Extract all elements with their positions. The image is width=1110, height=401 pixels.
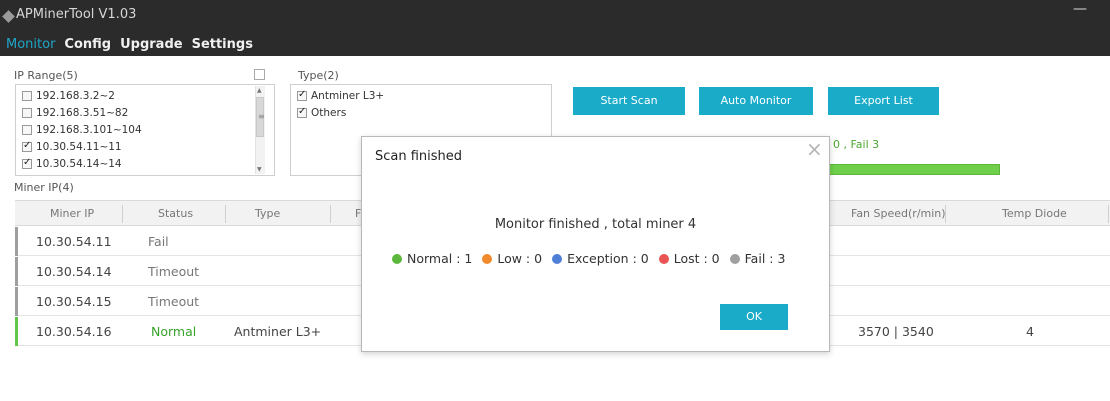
checkbox-icon[interactable] (22, 157, 32, 169)
checkbox-icon[interactable] (297, 89, 307, 101)
checkbox-icon[interactable] (22, 108, 32, 118)
ip-range-text: 192.168.3.101~104 (36, 124, 142, 136)
column-divider (945, 205, 946, 223)
ip-range-text: 192.168.3.2~2 (36, 90, 115, 102)
type-item[interactable]: Antminer L3+ (297, 88, 384, 104)
checkbox-icon[interactable] (22, 91, 32, 101)
ip-range-text: 10.30.54.11~11 (36, 141, 122, 153)
miner-ip-cell: 10.30.54.11 (36, 234, 112, 249)
scan-finished-dialog: Scan finished × Monitor finished , total… (361, 136, 830, 352)
grip-icon: ≡ (258, 112, 265, 121)
column-header[interactable]: Status (158, 207, 193, 220)
type-text: Others (311, 107, 347, 119)
ip-range-text: 10.30.54.14~14 (36, 158, 122, 170)
ip-range-item[interactable]: 192.168.3.51~82 (22, 105, 128, 121)
ip-range-item[interactable]: 192.168.3.101~104 (22, 122, 142, 138)
status-indicator (15, 287, 18, 316)
menu-settings[interactable]: Settings (192, 37, 253, 55)
ip-range-label: IP Range(5) (14, 69, 78, 82)
status-legend: Normal : 1 Low : 0 Exception : 0 Lost : … (392, 251, 795, 266)
auto-monitor-button[interactable]: Auto Monitor (699, 87, 813, 115)
close-icon[interactable]: × (806, 139, 823, 159)
column-divider (1108, 205, 1109, 223)
status-cell: Normal (151, 324, 197, 339)
column-divider (225, 205, 226, 223)
dialog-message: Monitor finished , total miner 4 (494, 217, 697, 232)
status-cell: Timeout (148, 294, 200, 309)
type-item[interactable]: Others (297, 105, 346, 121)
column-divider (330, 205, 331, 223)
scroll-up-icon[interactable]: ▲ (257, 87, 262, 94)
ip-range-item[interactable]: 10.30.54.11~11 (22, 139, 122, 155)
blue-dot-icon (552, 253, 563, 264)
column-header[interactable]: Temp Diode (1002, 207, 1067, 220)
status-cell: Fail (148, 234, 169, 249)
status-indicator (15, 227, 18, 256)
export-list-button[interactable]: Export List (828, 87, 939, 115)
legend-item-exception: Exception : 0 (552, 251, 649, 266)
scroll-down-icon[interactable]: ▼ (257, 166, 262, 173)
main-menu: Monitor Config Upgrade Settings (0, 37, 262, 55)
legend-label: Fail : 3 (744, 251, 786, 266)
gray-dot-icon (729, 253, 740, 264)
status-cell: Timeout (148, 264, 200, 279)
legend-item-low: Low : 0 (482, 251, 542, 266)
temp-diode-cell: 4 (1026, 324, 1034, 339)
column-header[interactable]: Type (255, 207, 280, 220)
miner-ip-label: Miner IP(4) (14, 181, 74, 194)
scan-status-text: 0 , Fail 3 (833, 138, 880, 151)
status-indicator (15, 317, 18, 346)
edit-icon[interactable] (254, 69, 265, 80)
legend-item-fail: Fail : 3 (729, 251, 786, 266)
ip-range-item[interactable]: 10.30.54.14~14 (22, 156, 122, 172)
menu-monitor[interactable]: Monitor (6, 37, 55, 55)
start-scan-button[interactable]: Start Scan (573, 87, 685, 115)
type-label: Type(2) (298, 69, 339, 82)
checkbox-icon[interactable] (297, 106, 307, 118)
menu-upgrade[interactable]: Upgrade (120, 37, 182, 55)
type-text: Antminer L3+ (311, 90, 385, 102)
scan-progress-bar (828, 164, 1000, 175)
miner-ip-cell: 10.30.54.16 (36, 324, 112, 339)
menu-config[interactable]: Config (64, 37, 111, 55)
green-dot-icon (392, 253, 402, 264)
column-divider (122, 205, 123, 223)
column-header[interactable]: Miner IP (50, 207, 94, 220)
column-header[interactable]: Fan Speed(r/min) (851, 207, 946, 220)
red-dot-icon (658, 253, 669, 264)
miner-ip-cell: 10.30.54.14 (36, 264, 112, 279)
legend-item-normal: Normal : 1 (392, 251, 472, 266)
legend-label: Lost : 0 (673, 251, 720, 266)
fan-speed-cell: 3570 | 3540 (858, 324, 934, 339)
miner-ip-cell: 10.30.54.15 (36, 294, 112, 309)
status-indicator (15, 257, 18, 286)
checkbox-icon[interactable] (22, 140, 32, 152)
ip-range-list: 192.168.3.2~2 192.168.3.51~82 192.168.3.… (15, 84, 275, 176)
checkbox-icon[interactable] (22, 125, 32, 135)
ip-range-text: 192.168.3.51~82 (36, 107, 129, 119)
legend-item-lost: Lost : 0 (658, 251, 720, 266)
window-title: APMinerTool V1.03 (16, 7, 137, 22)
legend-label: Exception : 0 (567, 251, 649, 266)
minimize-icon[interactable]: — (1072, 2, 1088, 16)
type-cell: Antminer L3+ (234, 324, 322, 339)
legend-label: Normal : 1 (407, 251, 473, 266)
dialog-title: Scan finished (375, 149, 463, 164)
legend-label: Low : 0 (497, 251, 543, 266)
ok-button[interactable]: OK (720, 304, 788, 330)
orange-dot-icon (482, 253, 493, 264)
ip-range-item[interactable]: 192.168.3.2~2 (22, 88, 115, 104)
